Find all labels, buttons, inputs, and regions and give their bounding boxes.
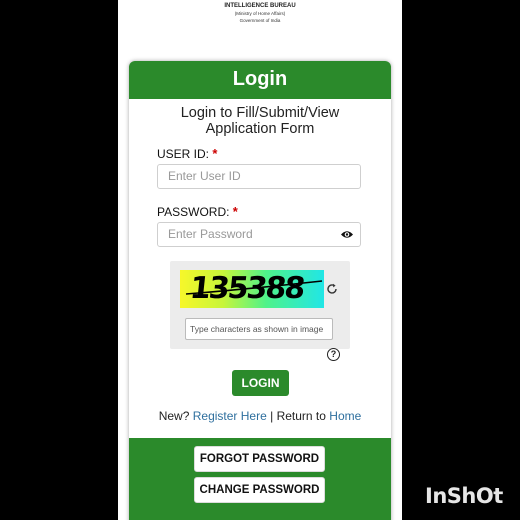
required-marker: * (232, 204, 238, 219)
user-id-placeholder: Enter User ID (168, 169, 241, 183)
eye-icon[interactable] (340, 229, 354, 240)
change-password-button[interactable]: CHANGE PASSWORD (194, 477, 325, 503)
help-icon[interactable]: ? (327, 348, 340, 361)
password-placeholder: Enter Password (168, 227, 253, 241)
user-id-label: USER ID: * (157, 146, 217, 161)
login-title: Login (129, 61, 391, 99)
separator: | (270, 409, 274, 423)
login-button[interactable]: LOGIN (232, 370, 289, 396)
new-prefix: New? (158, 409, 190, 423)
user-id-label-text: USER ID: (157, 147, 210, 161)
home-link[interactable]: Home (329, 409, 361, 423)
user-id-input[interactable]: Enter User ID (157, 164, 361, 189)
captcha-panel: 135388 Type characters as shown in image (170, 261, 350, 349)
subtitle-line-1: Login to Fill/Submit/View (180, 105, 340, 121)
phone-screen: INTELLIGENCE BUREAU (Ministry of Home Af… (118, 0, 402, 520)
register-link[interactable]: Register Here (193, 409, 267, 423)
inshot-watermark: InShOt (425, 484, 503, 508)
login-subtitle: Login to Fill/Submit/View Application Fo… (129, 105, 391, 137)
subtitle-line-2: Application Form (205, 121, 315, 137)
captcha-noise-line (185, 280, 323, 295)
captcha-image: 135388 (180, 270, 324, 308)
footer-band: FORGOT PASSWORD CHANGE PASSWORD (129, 438, 391, 520)
required-marker: * (212, 146, 218, 161)
captcha-placeholder: Type characters as shown in image (190, 324, 324, 334)
return-text: Return to (276, 409, 326, 423)
captcha-input[interactable]: Type characters as shown in image (185, 318, 333, 340)
register-line: New? Register Here | Return to Home (129, 409, 391, 423)
government-name: Government of India (239, 18, 281, 23)
site-header: INTELLIGENCE BUREAU (Ministry of Home Af… (118, 0, 402, 38)
password-label: PASSWORD: * (157, 204, 238, 219)
refresh-icon[interactable] (326, 283, 338, 295)
org-name: INTELLIGENCE BUREAU (224, 3, 296, 9)
password-input[interactable]: Enter Password (157, 222, 361, 247)
forgot-password-button[interactable]: FORGOT PASSWORD (194, 446, 325, 472)
ministry-name: (Ministry of Home Affairs) (234, 11, 286, 16)
login-card: Login Login to Fill/Submit/View Applicat… (129, 61, 391, 520)
password-label-text: PASSWORD: (157, 205, 230, 219)
